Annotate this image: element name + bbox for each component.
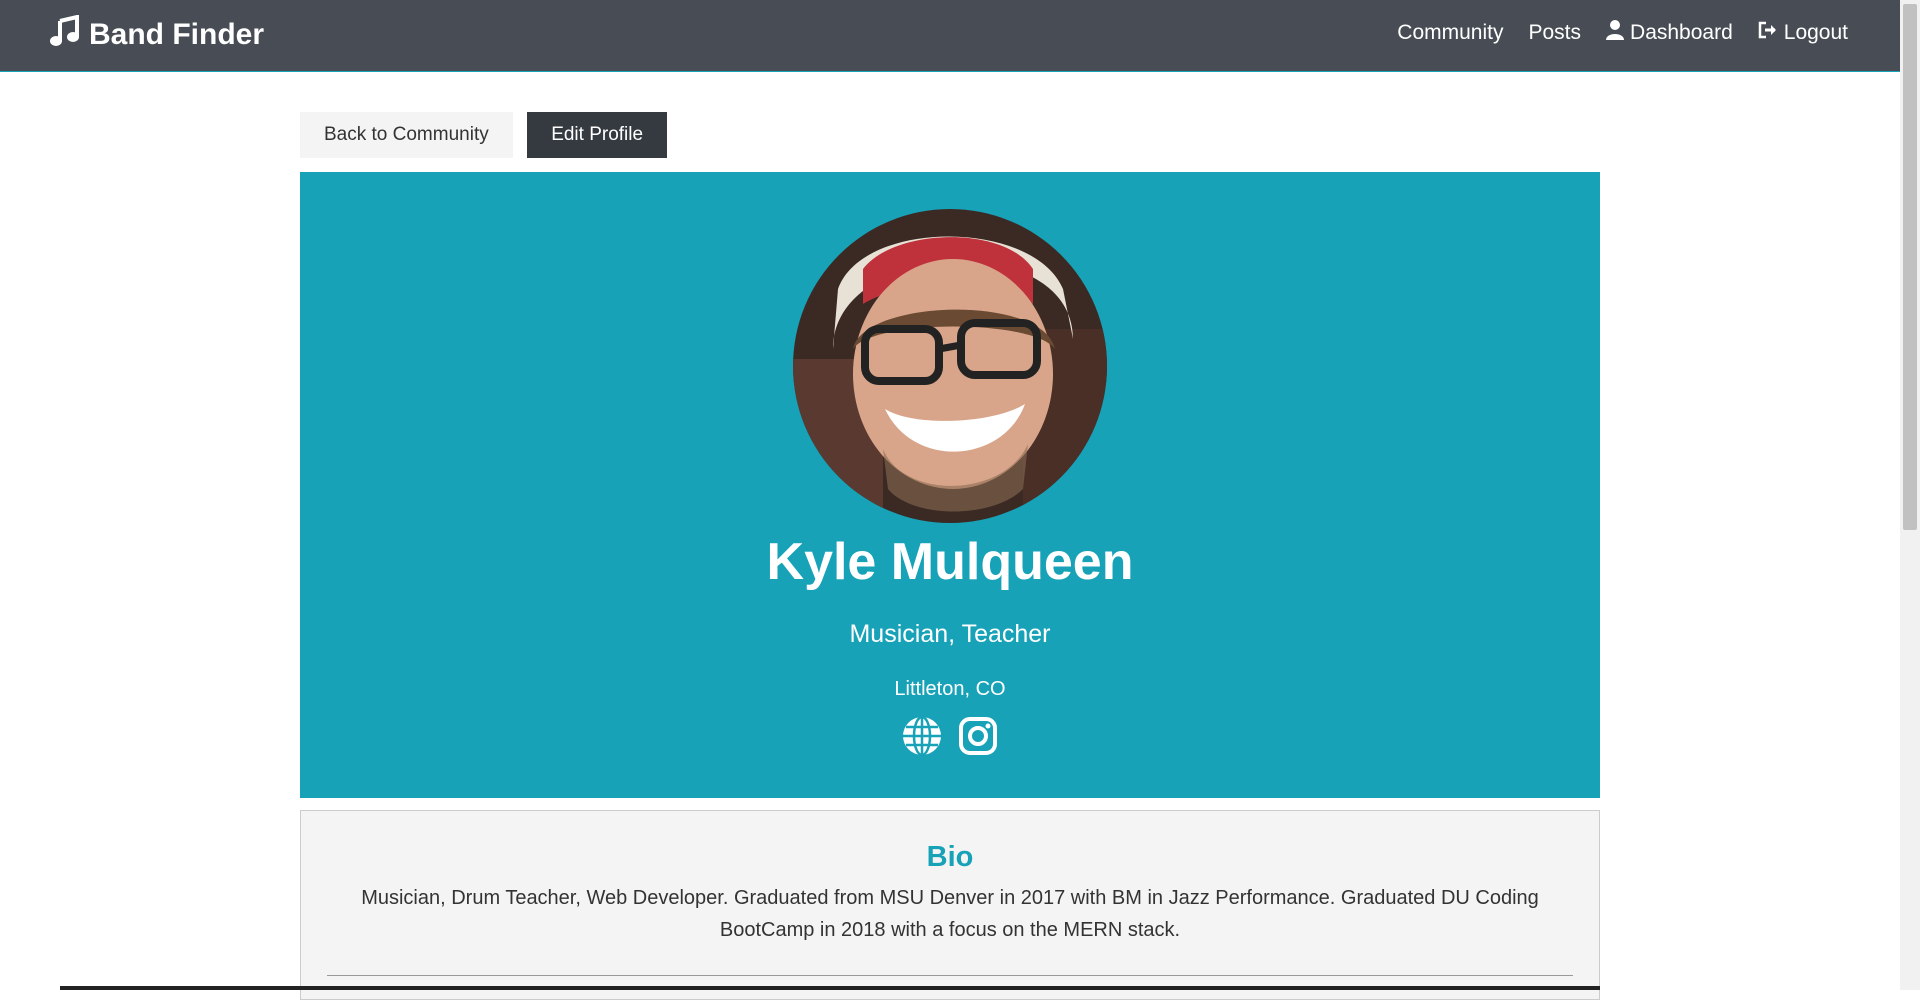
- profile-location: Littleton, CO: [894, 678, 1006, 700]
- back-to-community-button[interactable]: Back to Community: [300, 112, 513, 158]
- sign-out-icon: [1758, 21, 1784, 45]
- nav-link-logout[interactable]: Logout: [1758, 21, 1848, 45]
- brand-link[interactable]: Band Finder: [49, 14, 265, 55]
- profile-name: Kyle Mulqueen: [766, 533, 1134, 591]
- social-links: [300, 715, 1600, 757]
- profile-status: Musician, Teacher: [849, 620, 1051, 648]
- nav-link-dashboard[interactable]: Dashboard: [1606, 20, 1733, 46]
- brand-title: Band Finder: [89, 18, 265, 51]
- nav-link-community[interactable]: Community: [1397, 21, 1503, 45]
- nav-link-posts[interactable]: Posts: [1529, 21, 1582, 45]
- edit-profile-button[interactable]: Edit Profile: [527, 112, 668, 158]
- action-buttons: Back to Community Edit Profile: [300, 112, 1600, 158]
- bio-title: Bio: [926, 841, 974, 873]
- globe-icon[interactable]: [901, 715, 943, 757]
- nav-links: Community Posts Dashboard Logout: [1372, 20, 1848, 46]
- user-icon: [1606, 20, 1630, 46]
- avatar: [793, 209, 1107, 523]
- profile-header: Kyle Mulqueen Musician, Teacher Littleto…: [300, 172, 1600, 798]
- bottom-edge-strip: [60, 986, 1600, 990]
- profile-about: Bio Musician, Drum Teacher, Web Develope…: [300, 810, 1600, 1000]
- bio-text: Musician, Drum Teacher, Web Developer. G…: [361, 887, 1539, 941]
- instagram-icon[interactable]: [957, 715, 999, 757]
- music-note-icon: [49, 14, 89, 55]
- scrollbar[interactable]: [1900, 0, 1920, 990]
- top-navbar: Band Finder Community Posts Dashboard Lo: [0, 0, 1900, 72]
- scrollbar-thumb[interactable]: [1903, 4, 1917, 530]
- divider: [327, 975, 1573, 976]
